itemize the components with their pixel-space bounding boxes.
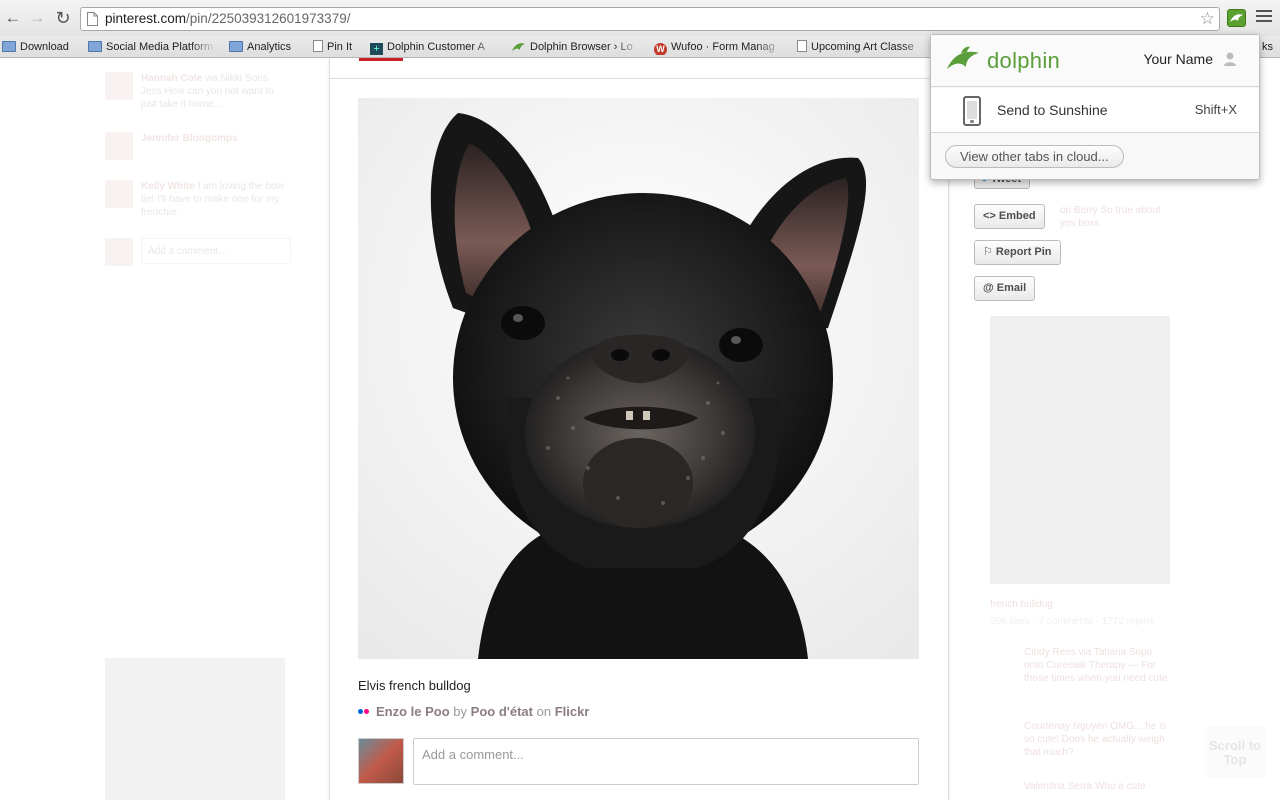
attribution-author-link[interactable]: Poo d'état — [471, 704, 533, 719]
ghost-comment-text: Courtenay Nguyen OMG... he is so cute! D… — [1024, 721, 1167, 758]
wufoo-icon: W — [654, 43, 667, 55]
bookmarks-overflow[interactable]: ks — [1262, 39, 1280, 55]
ghost-comment-text: on Berry So true about yes boss — [1060, 205, 1161, 229]
folder-icon — [2, 41, 16, 52]
report-pin-button[interactable]: ⚐ Report Pin — [974, 240, 1061, 265]
bookmark-label: Dolphin Customer A — [387, 41, 485, 53]
bookmark-label: Analytics — [247, 41, 292, 53]
send-label: Send to Sunshine — [997, 102, 1108, 118]
phone-icon — [963, 96, 981, 126]
page-icon — [313, 40, 323, 52]
ghost-pin-title: french bulldog — [990, 599, 1053, 610]
bookmark-wufoo[interactable]: W Wufoo · Form Manag — [654, 39, 782, 55]
bookmark-star-icon[interactable]: ☆ — [1200, 9, 1215, 29]
brand-name: dolphin — [987, 48, 1061, 73]
bookmark-label: Dolphin Browser › Lo — [530, 41, 633, 53]
ghost-author: Jennifer Blongomps — [141, 133, 238, 144]
attribution-by: by — [453, 704, 468, 719]
bookmark-label: Wufoo · Form Manag — [671, 41, 775, 53]
ghost-author: Hannah Cole — [141, 73, 203, 84]
bookmark-dolphin-browser[interactable]: Dolphin Browser › Lo — [512, 39, 640, 55]
ghost-pin-image-right — [990, 316, 1170, 584]
ghost-author: Kelly White — [141, 181, 195, 192]
avatar — [105, 238, 133, 266]
reload-icon[interactable]: ↻ — [53, 8, 73, 28]
bookmark-label: Social Media Platform — [106, 41, 213, 53]
bookmark-download[interactable]: Download — [2, 39, 82, 55]
ghost-pin-image-left — [105, 658, 285, 800]
forward-icon[interactable]: → — [27, 8, 47, 28]
avatar — [105, 132, 133, 160]
dolphin-icon — [512, 41, 526, 52]
bookmark-dolphin-customer[interactable]: + Dolphin Customer A — [370, 39, 498, 55]
dolphin-icon — [947, 46, 979, 69]
bookmark-label: Upcoming Art Classe — [811, 41, 914, 53]
back-icon[interactable]: ← — [3, 8, 23, 28]
avatar — [358, 738, 404, 784]
folder-icon — [88, 41, 102, 52]
view-cloud-tabs-button[interactable]: View other tabs in cloud... — [945, 145, 1124, 168]
dolphin-extension-icon[interactable] — [1227, 9, 1246, 27]
pin-it-tab — [359, 58, 403, 61]
bookmark-pin-it[interactable]: Pin It — [313, 39, 363, 55]
pin-caption: Elvis french bulldog — [358, 678, 471, 693]
embed-button[interactable]: <> Embed — [974, 204, 1045, 229]
bookmark-overflow-label: ks — [1262, 41, 1273, 53]
url-path: /pin/225039312601973379/ — [186, 11, 351, 26]
avatar — [105, 72, 133, 100]
email-button[interactable]: @ Email — [974, 276, 1036, 301]
pin-image-french-bulldog[interactable] — [358, 98, 919, 659]
address-bar[interactable]: pinterest.com/pin/225039312601973379/ ☆ — [80, 7, 1220, 31]
bookmark-label: Download — [20, 41, 69, 53]
user-name[interactable]: Your Name — [1143, 51, 1213, 67]
popup-header: dolphin Your Name — [931, 35, 1259, 87]
scroll-to-top-button[interactable]: Scroll to Top — [1204, 726, 1266, 778]
dolphin-popup: dolphin Your Name Send to Sunshine Shift… — [930, 34, 1260, 180]
send-to-device-row[interactable]: Send to Sunshine Shift+X — [931, 88, 1259, 133]
ghost-pin-stats: 306 likes · 7 comments · 1772 repins — [990, 616, 1154, 627]
plus-square-icon: + — [370, 43, 383, 55]
dolphin-logo: dolphin — [945, 45, 1060, 75]
url-host: pinterest.com — [105, 11, 187, 26]
flickr-icon — [358, 708, 372, 716]
pin-attribution: Enzo le Poo by Poo d'état on Flickr — [358, 704, 589, 719]
menu-icon[interactable] — [1256, 8, 1272, 24]
browser-toolbar: ← → ↻ pinterest.com/pin/2250393126019733… — [0, 0, 1280, 36]
ghost-comment-text: Cindy Rees via Tatiana Sopo onto Cureeai… — [1024, 647, 1168, 684]
attribution-source-link[interactable]: Flickr — [555, 704, 590, 719]
ghost-comment-text: Kelly White I am loving the bow tie! I'l… — [141, 180, 291, 219]
bookmark-upcoming-art[interactable]: Upcoming Art Classe — [797, 39, 927, 55]
attribution-on: on — [536, 704, 552, 719]
ghost-comment-text: Valentina Serra Who a cute — [1024, 781, 1146, 792]
page-icon — [797, 40, 807, 52]
bookmark-social-media[interactable]: Social Media Platform — [88, 39, 216, 55]
bookmark-label: Pin It — [327, 41, 353, 53]
ghost-comment-text: Hannah Cole via Nikki Sons Jess How can … — [141, 72, 291, 111]
comment-input[interactable]: Add a comment... — [413, 738, 919, 785]
divider — [330, 78, 950, 79]
page-icon — [87, 12, 98, 26]
ghost-comment-text: Jennifer Blongomps — [141, 132, 291, 145]
avatar — [105, 180, 133, 208]
folder-icon — [229, 41, 243, 52]
keyboard-shortcut: Shift+X — [1194, 102, 1237, 117]
url-text: pinterest.com/pin/225039312601973379/ — [105, 11, 350, 26]
attribution-name-link[interactable]: Enzo le Poo — [376, 704, 450, 719]
ghost-comment-input: Add a comment... — [141, 238, 291, 264]
user-icon — [1224, 52, 1236, 66]
bookmark-analytics[interactable]: Analytics — [229, 39, 309, 55]
pin-card: Elvis french bulldog Enzo le Poo by Poo … — [329, 58, 950, 800]
